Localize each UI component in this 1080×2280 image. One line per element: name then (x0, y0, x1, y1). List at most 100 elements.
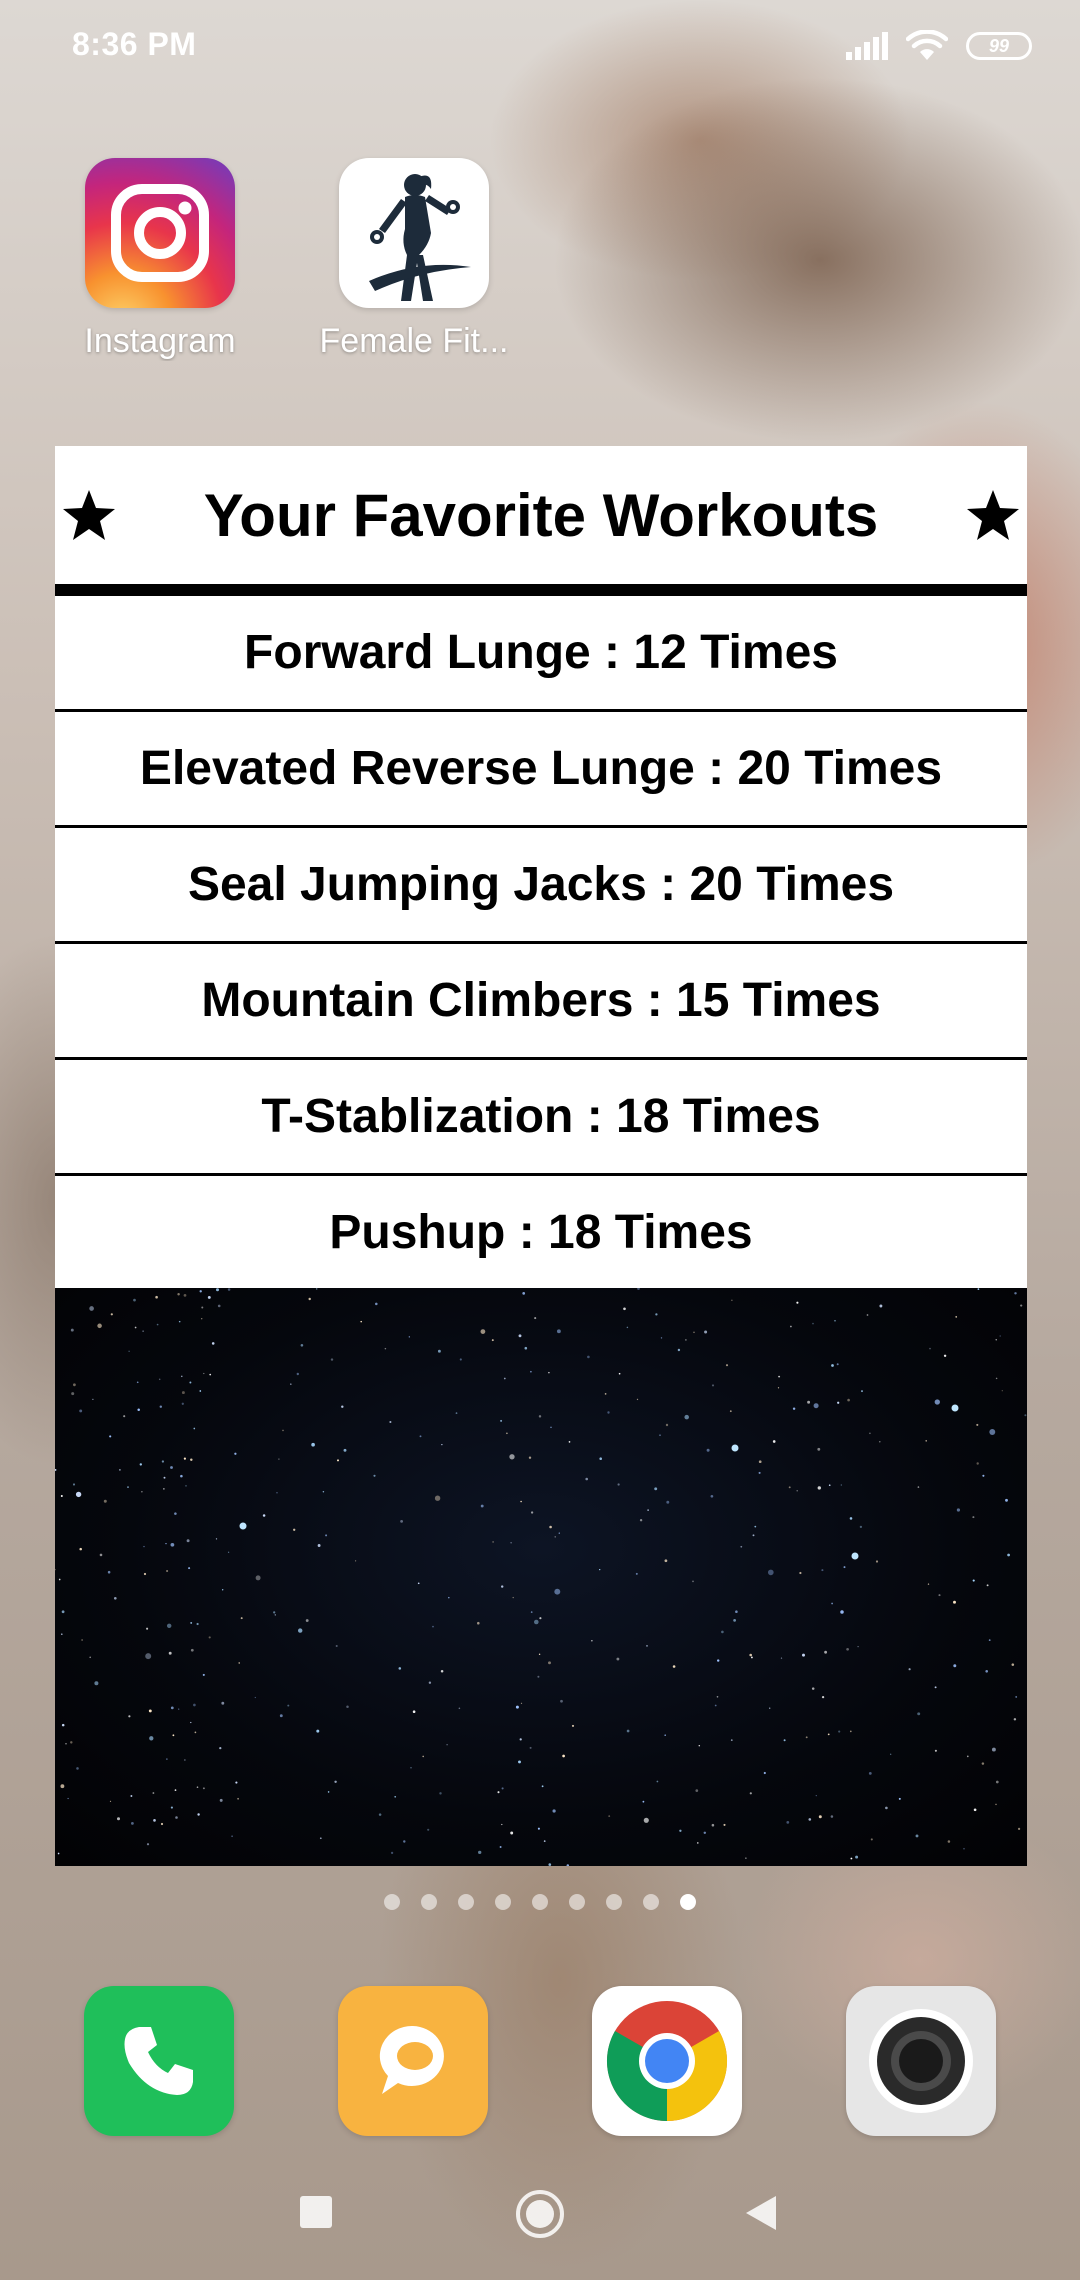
star (137, 1408, 140, 1411)
star (480, 1329, 486, 1334)
star (178, 1320, 181, 1323)
star (152, 1792, 155, 1794)
bright-star (851, 1552, 859, 1560)
star (480, 1504, 484, 1508)
page-dot (495, 1894, 511, 1910)
female-fitness-app[interactable]: Female Fit... (320, 158, 508, 361)
star (110, 1313, 113, 1316)
star (750, 1656, 753, 1659)
star (664, 1559, 668, 1563)
star (850, 1857, 853, 1860)
star (890, 1753, 892, 1755)
star (219, 1746, 222, 1750)
star (441, 1444, 443, 1446)
star (185, 1485, 187, 1487)
star (81, 1639, 83, 1641)
star (1014, 1292, 1017, 1295)
star (537, 1675, 540, 1678)
starfield-image (55, 1288, 1027, 1866)
star (346, 1705, 349, 1709)
workout-item[interactable]: Elevated Reverse Lunge : 20 Times (55, 712, 1027, 828)
star (73, 1383, 76, 1387)
star (298, 1628, 303, 1633)
star (432, 1625, 434, 1628)
star (807, 1400, 811, 1404)
camera-app[interactable] (846, 1986, 996, 2136)
star (830, 1815, 834, 1818)
star (838, 1730, 841, 1733)
star (128, 1715, 131, 1718)
star (394, 1795, 397, 1798)
star (378, 1813, 382, 1816)
star (783, 1739, 786, 1742)
home-button[interactable] (514, 2188, 566, 2240)
star (94, 1681, 99, 1686)
recents-button[interactable] (298, 2194, 334, 2230)
instagram-icon (85, 158, 235, 308)
star (740, 1545, 743, 1548)
star (510, 1542, 512, 1544)
page-dot (532, 1894, 548, 1910)
phone-app[interactable] (84, 1986, 234, 2136)
star (478, 1850, 482, 1855)
workout-item[interactable]: Forward Lunge : 12 Times (55, 596, 1027, 712)
star (885, 1806, 888, 1810)
star (811, 1687, 815, 1690)
star (843, 1566, 846, 1569)
star (716, 1695, 719, 1698)
star (591, 1640, 593, 1642)
back-button[interactable] (744, 2194, 778, 2232)
star (412, 1710, 416, 1713)
star (934, 1686, 937, 1689)
star (1013, 1718, 1017, 1721)
star (308, 1297, 311, 1301)
workout-item[interactable]: Pushup : 18 Times (55, 1176, 1027, 1288)
star (501, 1585, 504, 1588)
star (772, 1440, 776, 1443)
star (654, 1487, 658, 1491)
chrome-icon (606, 2001, 728, 2121)
workout-item[interactable]: Mountain Climbers : 15 Times (55, 944, 1027, 1060)
star-icon (63, 490, 115, 540)
star (815, 1794, 817, 1797)
star (530, 1370, 532, 1373)
star (60, 1495, 63, 1497)
star (235, 1781, 238, 1784)
messages-app[interactable] (338, 1986, 488, 2136)
star (509, 1454, 515, 1460)
star (166, 1758, 168, 1760)
star (174, 1512, 177, 1515)
star (879, 1441, 881, 1443)
star (824, 1650, 828, 1654)
star (837, 1401, 840, 1404)
star (501, 1823, 503, 1826)
star (548, 1371, 550, 1374)
star (216, 1288, 219, 1292)
status-bar: 8:36 PM 99 (0, 0, 1080, 96)
star (130, 1795, 133, 1797)
star (562, 1754, 565, 1758)
star (417, 1582, 420, 1585)
favorite-workouts-widget[interactable]: Your Favorite Workouts Forward Lunge : 1… (55, 446, 1027, 1866)
star (300, 1344, 304, 1347)
star (343, 1448, 347, 1452)
star (202, 1673, 205, 1676)
star (519, 1738, 522, 1741)
star (221, 1701, 225, 1705)
star (554, 1588, 561, 1595)
star (99, 1553, 103, 1557)
star (849, 1517, 853, 1520)
star (524, 1346, 528, 1350)
star (710, 1494, 714, 1498)
star (520, 1702, 523, 1704)
instagram-app[interactable]: Instagram (84, 158, 236, 361)
chrome-app[interactable] (592, 1986, 742, 2136)
workout-item[interactable]: T-Stablization : 18 Times (55, 1060, 1027, 1176)
workout-item[interactable]: Seal Jumping Jacks : 20 Times (55, 828, 1027, 944)
star (840, 1484, 842, 1486)
star (599, 1568, 601, 1571)
star (217, 1304, 221, 1308)
star (196, 1786, 199, 1789)
battery-level: 99 (988, 35, 1010, 56)
star (955, 1316, 958, 1318)
